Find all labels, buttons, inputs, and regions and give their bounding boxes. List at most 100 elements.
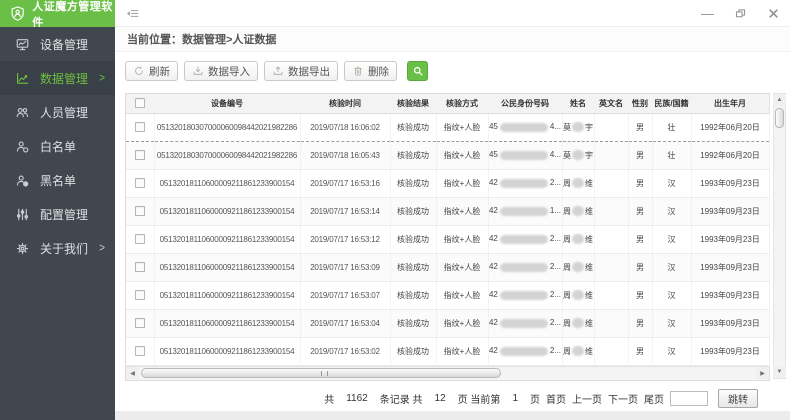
- table-row[interactable]: 051320181106000092118612339001542019/07/…: [126, 309, 769, 337]
- name-cell: 周维: [562, 309, 594, 337]
- scroll-down-icon[interactable]: ▼: [773, 366, 786, 378]
- gender-cell: 男: [628, 253, 652, 281]
- row-checkbox[interactable]: [135, 318, 145, 328]
- redacted-name-blur: [572, 290, 584, 300]
- redacted-name-blur: [572, 262, 584, 272]
- table-row[interactable]: 051320181106000092118612339001542019/07/…: [126, 197, 769, 225]
- sidebar-item-whitelist[interactable]: 白名单: [0, 129, 115, 163]
- restore-icon[interactable]: [734, 7, 747, 20]
- vertical-scrollbar[interactable]: ▲ ▼: [773, 93, 786, 379]
- row-checkbox[interactable]: [135, 234, 145, 244]
- scroll-up-icon[interactable]: ▲: [773, 94, 786, 106]
- row-checkbox[interactable]: [135, 262, 145, 272]
- verify-result-cell: 核验成功: [390, 337, 436, 365]
- header-checkbox-cell: [126, 94, 154, 113]
- row-checkbox[interactable]: [135, 206, 145, 216]
- verify-result-cell: 核验成功: [390, 141, 436, 169]
- minimize-icon[interactable]: —: [701, 7, 714, 20]
- redacted-name-blur: [572, 346, 584, 356]
- birth-date-cell: 1992年06月20日: [691, 113, 769, 141]
- verify-time-cell: 2019/07/17 16:53:02: [300, 337, 390, 365]
- refresh-button[interactable]: 刷新: [125, 61, 178, 81]
- column-header: 性别: [628, 94, 652, 113]
- delete-button[interactable]: 删除: [344, 61, 397, 81]
- birth-date-cell: 1993年09月23日: [691, 197, 769, 225]
- select-all-checkbox[interactable]: [135, 98, 145, 108]
- sidebar-item-label: 人员管理: [40, 104, 88, 121]
- table-row[interactable]: 0513201803070000600984420219822862019/07…: [126, 113, 769, 141]
- sidebar-item-label: 设备管理: [40, 36, 88, 53]
- last-page-link[interactable]: 尾页: [644, 391, 664, 406]
- citizen-id-cell: 421...: [488, 197, 562, 225]
- column-header: 英文名: [594, 94, 628, 113]
- redacted-name-blur: [572, 206, 584, 216]
- table-row[interactable]: 051320181106000092118612339001542019/07/…: [126, 281, 769, 309]
- table-row[interactable]: 051320181106000092118612339001542019/07/…: [126, 169, 769, 197]
- english-name-cell: [594, 169, 628, 197]
- collapse-sidebar-icon[interactable]: [126, 7, 140, 20]
- data-export-button[interactable]: 数据导出: [264, 61, 338, 81]
- vertical-scroll-thumb[interactable]: [775, 108, 784, 128]
- sidebar-item-config-management[interactable]: 配置管理: [0, 197, 115, 231]
- blacklist-user-icon: [15, 173, 30, 188]
- birth-date-cell: 1992年06月20日: [691, 141, 769, 169]
- next-page-link[interactable]: 下一页: [608, 391, 638, 406]
- citizen-id-cell: 422...: [488, 169, 562, 197]
- verify-method-cell: 指纹+人脸: [436, 281, 488, 309]
- row-checkbox-cell: [126, 169, 154, 197]
- prev-page-link[interactable]: 上一页: [572, 391, 602, 406]
- scroll-left-icon[interactable]: ◀: [126, 367, 139, 379]
- ethnicity-cell: 汉: [652, 225, 691, 253]
- scroll-right-icon[interactable]: ▶: [756, 367, 769, 379]
- first-page-link[interactable]: 首页: [546, 391, 566, 406]
- row-checkbox[interactable]: [135, 122, 145, 132]
- horizontal-scroll-thumb[interactable]: [141, 368, 501, 378]
- column-header: 公民身份号码: [488, 94, 562, 113]
- table-row[interactable]: 0513201803070000600984420219822862019/07…: [126, 141, 769, 169]
- data-import-button[interactable]: 数据导入: [184, 61, 258, 81]
- search-button[interactable]: [407, 61, 428, 81]
- verify-result-cell: 核验成功: [390, 225, 436, 253]
- redacted-id-blur: [500, 291, 548, 300]
- row-checkbox[interactable]: [135, 178, 145, 188]
- verify-method-cell: 指纹+人脸: [436, 113, 488, 141]
- gender-cell: 男: [628, 337, 652, 365]
- row-checkbox-cell: [126, 309, 154, 337]
- ethnicity-cell: 汉: [652, 281, 691, 309]
- english-name-cell: [594, 253, 628, 281]
- table-row[interactable]: 051320181106000092118612339001542019/07/…: [126, 337, 769, 365]
- english-name-cell: [594, 281, 628, 309]
- table-row[interactable]: 051320181106000092118612339001542019/07/…: [126, 225, 769, 253]
- submenu-arrow: >: [99, 241, 105, 254]
- sidebar-item-data-management[interactable]: 数据管理 >: [0, 61, 115, 95]
- row-checkbox[interactable]: [135, 290, 145, 300]
- refresh-icon: [133, 65, 145, 77]
- birth-date-cell: 1993年09月23日: [691, 337, 769, 365]
- table-header-row: 设备编号核验时间核验结果核验方式公民身份号码姓名英文名性别民族/国籍出生年月: [126, 94, 769, 113]
- page-jump-button[interactable]: 跳转: [718, 389, 758, 408]
- redacted-id-blur: [500, 263, 548, 272]
- gender-cell: 男: [628, 281, 652, 309]
- row-checkbox-cell: [126, 141, 154, 169]
- birth-date-cell: 1993年09月23日: [691, 309, 769, 337]
- sidebar: 设备管理 数据管理 > 人员管理 白名单 黑名单 配置管理 关于我们 >: [0, 27, 115, 420]
- horizontal-scrollbar[interactable]: ◀ ▶: [126, 366, 769, 380]
- sidebar-item-blacklist[interactable]: 黑名单: [0, 163, 115, 197]
- export-icon: [272, 65, 284, 77]
- pagination-label: 页: [530, 391, 540, 406]
- row-checkbox[interactable]: [135, 346, 145, 356]
- name-cell: 周维: [562, 197, 594, 225]
- table-row[interactable]: 051320181106000092118612339001542019/07/…: [126, 253, 769, 281]
- sidebar-item-device-management[interactable]: 设备管理: [0, 27, 115, 61]
- close-icon[interactable]: ✕: [767, 7, 780, 20]
- name-cell: 周维: [562, 253, 594, 281]
- row-checkbox-cell: [126, 113, 154, 141]
- row-checkbox[interactable]: [135, 150, 145, 160]
- sidebar-item-about-us[interactable]: 关于我们 >: [0, 231, 115, 265]
- sidebar-item-personnel-management[interactable]: 人员管理: [0, 95, 115, 129]
- verify-method-cell: 指纹+人脸: [436, 253, 488, 281]
- page-jump-input[interactable]: [670, 391, 708, 406]
- verify-method-cell: 指纹+人脸: [436, 169, 488, 197]
- gender-cell: 男: [628, 169, 652, 197]
- device-number-cell: 05132018110600009211861233900154: [154, 281, 300, 309]
